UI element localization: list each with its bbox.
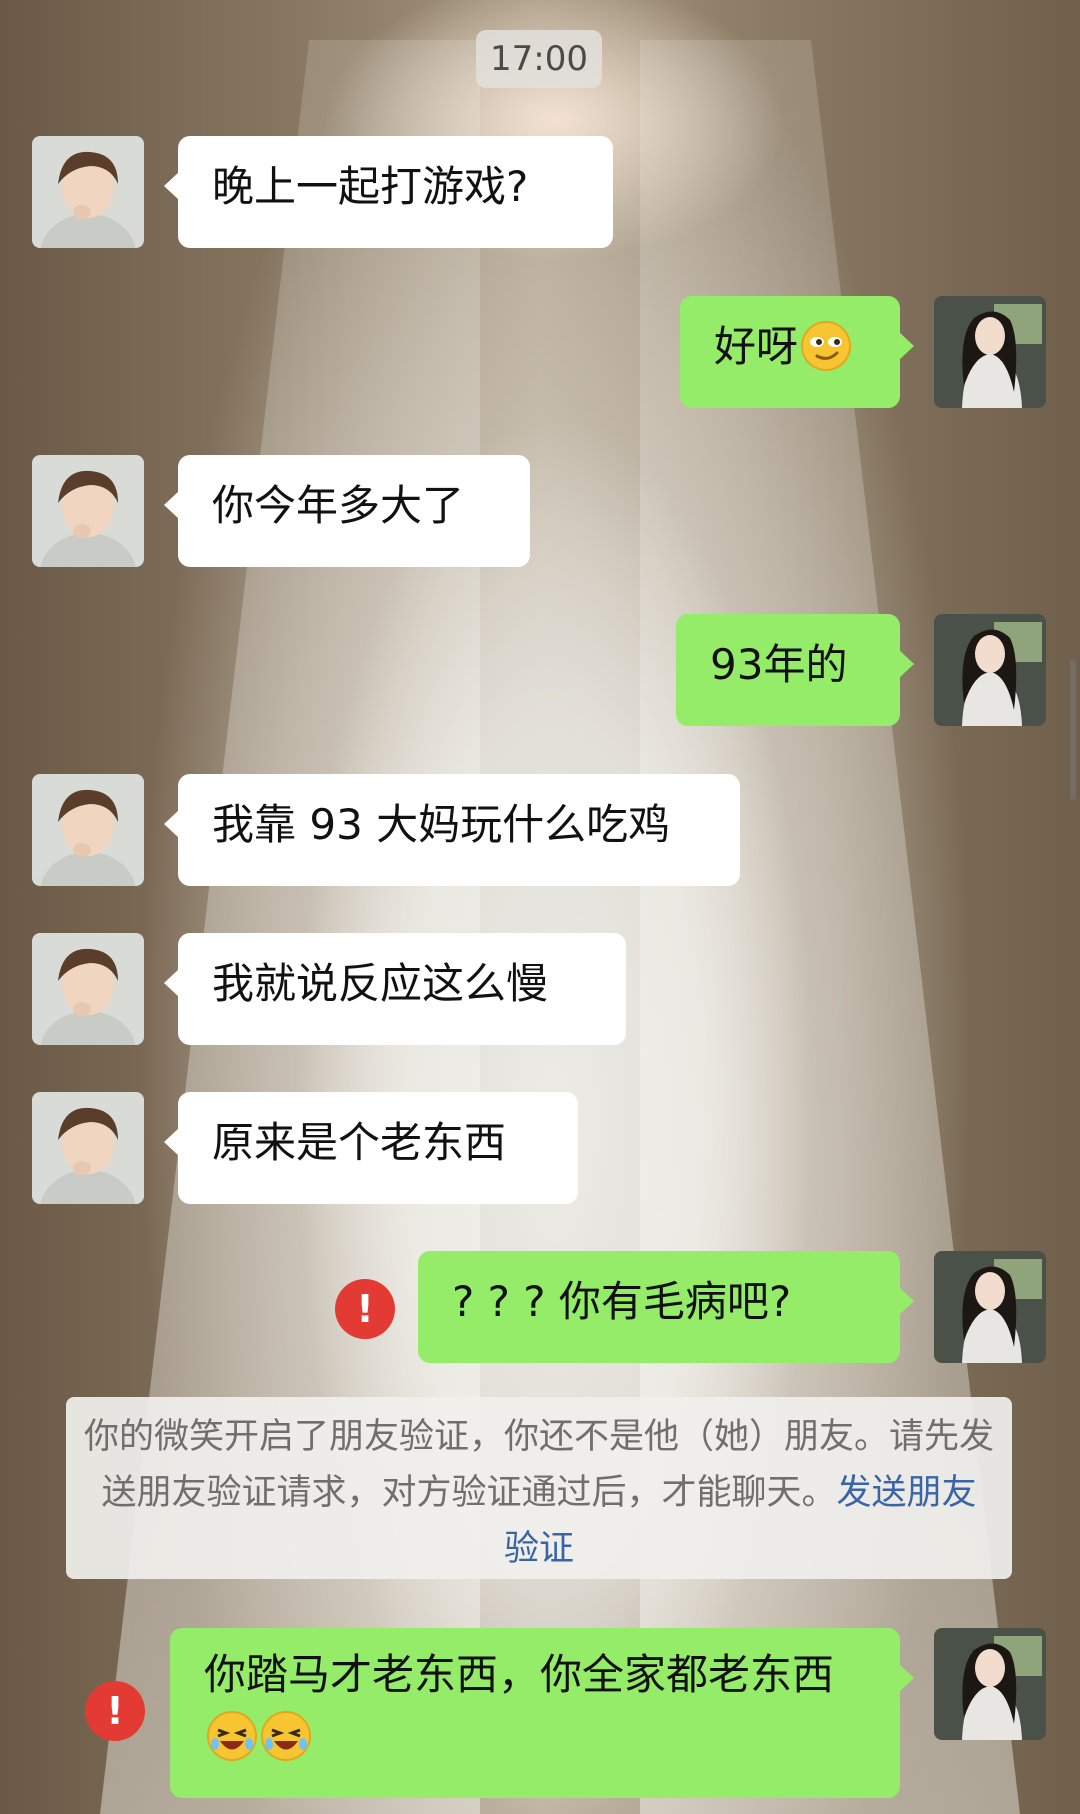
- message-bubble-outgoing[interactable]: 你踏马才老东西，你全家都老东西: [170, 1628, 914, 1798]
- message-text: 我靠 93 大妈玩什么吃鸡: [212, 800, 671, 849]
- smirk-emoji-icon: [800, 320, 852, 372]
- laughing-crying-emoji-icon: [206, 1710, 258, 1762]
- my-avatar[interactable]: [934, 296, 1046, 408]
- message-text: 原来是个老东西: [212, 1118, 507, 1167]
- friend-verification-notice: 你的微笑开启了朋友验证，你还不是他（她）朋友。请先发送朋友验证请求，对方验证通过…: [66, 1397, 1012, 1579]
- timestamp: 17:00: [476, 30, 602, 88]
- my-avatar[interactable]: [934, 614, 1046, 726]
- message-text: ? ? ? 你有毛病吧?: [452, 1277, 792, 1326]
- message-bubble-incoming[interactable]: 我靠 93 大妈玩什么吃鸡: [164, 774, 740, 886]
- message-bubble-incoming[interactable]: 晚上一起打游戏?: [164, 136, 613, 248]
- scrollbar-thumb[interactable]: [1070, 660, 1076, 800]
- message-bubble-incoming[interactable]: 我就说反应这么慢: [164, 933, 626, 1045]
- message-text: 晚上一起打游戏?: [212, 162, 529, 211]
- send-failed-icon[interactable]: !: [85, 1681, 145, 1741]
- contact-avatar[interactable]: [32, 1092, 144, 1204]
- message-text: 你踏马才老东西，你全家都老东西: [204, 1650, 835, 1699]
- contact-avatar[interactable]: [32, 455, 144, 567]
- send-failed-icon[interactable]: !: [335, 1279, 395, 1339]
- message-text: 93年的: [710, 640, 848, 689]
- laughing-crying-emoji-icon: [260, 1710, 312, 1762]
- message-bubble-outgoing[interactable]: ? ? ? 你有毛病吧?: [418, 1251, 914, 1363]
- message-bubble-outgoing[interactable]: 93年的: [676, 614, 914, 726]
- my-avatar[interactable]: [934, 1251, 1046, 1363]
- message-text: 好呀: [714, 322, 799, 371]
- message-bubble-outgoing[interactable]: 好呀: [680, 296, 914, 408]
- my-avatar[interactable]: [934, 1628, 1046, 1740]
- contact-avatar[interactable]: [32, 933, 144, 1045]
- contact-avatar[interactable]: [32, 136, 144, 248]
- message-text: 你今年多大了: [212, 481, 465, 530]
- contact-avatar[interactable]: [32, 774, 144, 886]
- message-bubble-incoming[interactable]: 原来是个老东西: [164, 1092, 578, 1204]
- message-bubble-incoming[interactable]: 你今年多大了: [164, 455, 530, 567]
- message-text: 我就说反应这么慢: [212, 959, 549, 1008]
